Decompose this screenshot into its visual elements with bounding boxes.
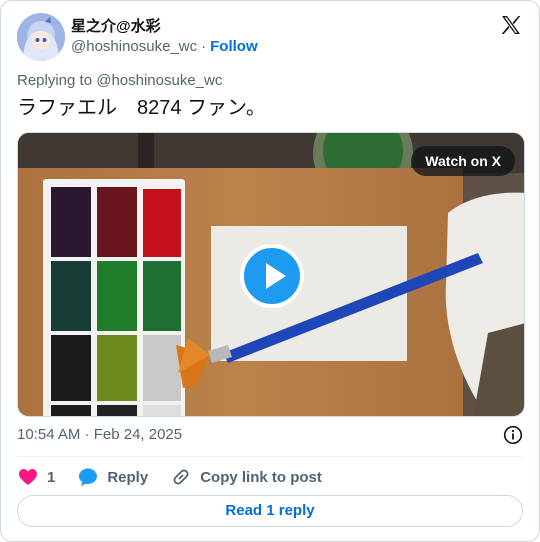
copy-link-button[interactable]: Copy link to post — [170, 466, 322, 488]
author-handle-line: @hoshinosuke_wc · Follow — [71, 37, 258, 57]
like-count: 1 — [47, 468, 56, 486]
reply-button[interactable]: Reply — [77, 466, 148, 488]
copy-link-label: Copy link to post — [200, 468, 322, 486]
post-timestamp[interactable]: 10:54 AM · Feb 24, 2025 — [17, 425, 182, 445]
divider — [17, 456, 523, 457]
like-button[interactable]: 1 — [17, 466, 55, 488]
heart-icon — [19, 469, 37, 485]
post-header: 星之介@水彩 @hoshinosuke_wc · Follow — [17, 13, 523, 61]
separator-dot: · — [201, 38, 207, 55]
read-reply-button[interactable]: Read 1 reply — [17, 495, 523, 527]
reply-label: Reply — [107, 468, 149, 486]
avatar[interactable] — [17, 13, 65, 61]
post-text: ラファエル 8274 ファン。 — [17, 97, 266, 119]
replying-to-text[interactable]: Replying to @hoshinosuke_wc — [17, 71, 222, 91]
link-icon — [173, 469, 189, 485]
author-display-name[interactable]: 星之介@水彩 — [71, 17, 258, 37]
action-bar: 1 Reply Copy link to post — [17, 463, 344, 491]
info-icon[interactable] — [503, 425, 523, 445]
play-button[interactable] — [240, 244, 304, 308]
video-player[interactable]: Watch on X — [17, 132, 525, 417]
play-icon — [266, 263, 286, 289]
author-info: 星之介@水彩 @hoshinosuke_wc · Follow — [71, 17, 258, 57]
reply-bubble-icon — [79, 468, 98, 486]
author-handle[interactable]: @hoshinosuke_wc — [71, 37, 197, 57]
follow-button[interactable]: Follow — [210, 37, 258, 57]
embedded-post-card: 星之介@水彩 @hoshinosuke_wc · Follow Replying… — [0, 0, 540, 542]
watch-on-x-button[interactable]: Watch on X — [411, 146, 515, 176]
x-logo-icon[interactable] — [499, 13, 523, 37]
